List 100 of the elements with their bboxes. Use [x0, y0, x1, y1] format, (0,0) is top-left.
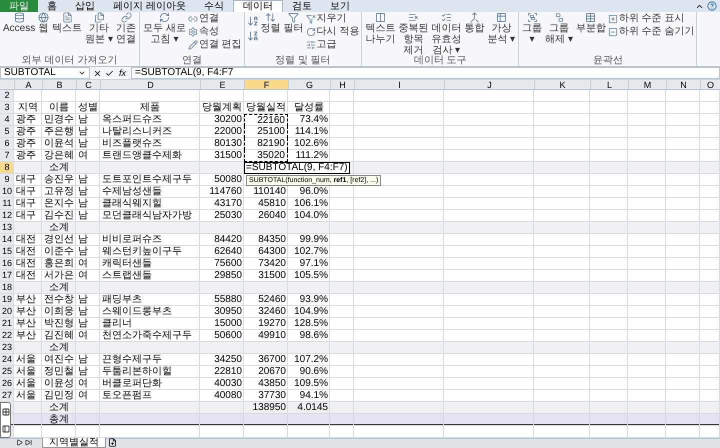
table-cell-text: 부산: [15, 294, 37, 306]
enter-icon[interactable]: [105, 68, 114, 78]
table-cell-text: 이윤성: [43, 378, 75, 390]
table-cell-text: 97.1%: [298, 258, 329, 270]
group-label: 데이터 도구: [412, 56, 468, 66]
table-cell-text: 스웨이드롱부츠: [101, 306, 173, 318]
column-header[interactable]: A: [14, 80, 42, 89]
group-label: 정렬 및 필터: [274, 56, 332, 66]
ribbon-small-button[interactable]: 연결: [188, 13, 242, 24]
ribbon-small-button[interactable]: 하위 수준 표시: [608, 13, 694, 24]
help-icon[interactable]: [707, 1, 717, 11]
table-cell-text: 114760: [208, 186, 243, 198]
table-icon: [496, 12, 507, 23]
ribbon-tab[interactable]: 데이터: [232, 0, 283, 12]
ribbon-button[interactable]: 그룹 해제 ▾: [544, 12, 574, 45]
ribbon-button[interactable]: Access: [2, 12, 36, 34]
cell-editor[interactable]: =SUBTOTAL(9, F4:F7): [244, 162, 350, 174]
ribbon-button[interactable]: 정렬: [260, 12, 282, 34]
header-cell-text: 이름: [48, 102, 70, 114]
ribbon-tab[interactable]: 수식: [194, 0, 233, 12]
insert-function-button[interactable]: fx: [117, 68, 128, 78]
column-header[interactable]: G: [288, 80, 330, 89]
link-icon: [120, 12, 132, 23]
table-cell-text: 남: [77, 126, 89, 138]
ribbon-button[interactable]: 중복된 항목 제거: [397, 12, 430, 56]
table-cell-text: 138950: [252, 402, 287, 414]
ribbon-button[interactable]: 기타 원본 ▾: [84, 12, 114, 45]
header-cell-text: 당월계획: [201, 102, 243, 114]
globe-icon: [38, 12, 50, 23]
column-header[interactable]: B: [42, 80, 76, 89]
table-cell-text: 모던클래식남자가방: [101, 210, 193, 222]
column-header[interactable]: I: [354, 80, 444, 89]
ribbon-button[interactable]: 모두 새로 고침 ▾: [142, 12, 187, 45]
column-header[interactable]: K: [534, 80, 590, 89]
table-cell-text: 광주: [15, 138, 37, 150]
column-header[interactable]: H: [330, 80, 354, 89]
ribbon-button[interactable]: 텍스트 나누기: [364, 12, 396, 45]
table-cell-text: 84420: [213, 234, 243, 246]
ribbon-small-button[interactable]: 지우기: [306, 13, 360, 24]
column-header[interactable]: D: [100, 80, 200, 89]
ribbon-button[interactable]: 기존 연결: [115, 12, 138, 45]
filter-icon: [288, 12, 300, 23]
ribbon-tab[interactable]: 파일: [0, 0, 38, 12]
table-cell-text: 62640: [213, 246, 243, 258]
cancel-icon[interactable]: [93, 68, 102, 78]
new-sheet-icon[interactable]: [108, 438, 117, 447]
ribbon-small-button[interactable]: 다시 적용: [306, 26, 360, 37]
column-header[interactable]: L: [590, 80, 628, 89]
column-header[interactable]: M: [628, 80, 666, 89]
table-cell-text: 40080: [213, 390, 243, 402]
table-cell-text: 64300: [257, 246, 287, 258]
table-cell-text: 20670: [257, 366, 287, 378]
ribbon-button[interactable]: 부분합: [574, 12, 607, 34]
table-cell-text: 104.9%: [293, 306, 329, 318]
table-cell-text: 31500: [257, 270, 287, 282]
ribbon-small-button[interactable]: 연결 편집: [188, 39, 242, 50]
ribbon-tab[interactable]: 보기: [320, 0, 359, 12]
ribbon-button[interactable]: 필터: [282, 12, 305, 34]
table-cell-text: 전수창: [43, 294, 75, 306]
table-cell-text: 73420: [257, 258, 287, 270]
table-cell-text: 비즈플랫슈즈: [101, 138, 163, 150]
sort-descending-icon[interactable]: [246, 30, 259, 42]
last-sheet-icon[interactable]: [25, 439, 32, 446]
name-box[interactable]: SUBTOTAL: [0, 67, 90, 79]
ribbon-button[interactable]: 데이터 유효성 검사 ▾: [430, 12, 462, 56]
table-cell-text: 128.5%: [293, 318, 329, 330]
column-header[interactable]: N: [666, 80, 700, 89]
table-cell-text: 40030: [213, 378, 243, 390]
column-header[interactable]: C: [76, 80, 100, 89]
table-cell-text: 대구: [15, 174, 37, 186]
sort-ascending-icon[interactable]: [246, 15, 259, 27]
column-header[interactable]: F: [244, 80, 288, 89]
ribbon-small-button[interactable]: 하위 수준 숨기기: [608, 26, 694, 37]
ribbon-tab[interactable]: 홈: [38, 0, 66, 12]
ribbon-tab[interactable]: 페이지 레이아웃: [104, 0, 195, 12]
ribbon-button[interactable]: 가상 분석 ▾: [486, 12, 516, 45]
ribbon-small-button[interactable]: 속성: [188, 26, 242, 37]
documents-icon: [94, 12, 105, 23]
ribbon-button[interactable]: 그룹 ▾: [521, 12, 544, 45]
ribbon-button[interactable]: 통합: [463, 12, 486, 34]
ribbon-tab[interactable]: 삽입: [66, 0, 104, 12]
ribbon-tab[interactable]: 검토: [282, 0, 321, 12]
table-cell-text: 부산: [15, 306, 37, 318]
dropdown-icon[interactable]: [78, 69, 86, 77]
ribbon-button[interactable]: 텍스트: [51, 12, 84, 34]
side-panel-tab[interactable]: [0, 402, 11, 438]
table-cell-text: 스트랩샌들: [101, 270, 153, 282]
sheet-tab[interactable]: 지역별실적: [42, 438, 106, 448]
link-icon: [188, 14, 198, 24]
table-cell-text: 소계: [48, 222, 70, 234]
table-cell-text: 여: [77, 258, 89, 270]
ribbon-button[interactable]: 웹: [37, 12, 50, 34]
group-label: 외부 데이터 가져오기: [20, 56, 118, 66]
column-header[interactable]: J: [444, 80, 534, 89]
formula-field[interactable]: =SUBTOTAL(9, F4:F7: [131, 67, 720, 79]
table-cell-text: 광주: [15, 126, 37, 138]
column-header[interactable]: O: [700, 80, 720, 89]
ribbon-small-button[interactable]: 고급: [306, 39, 360, 50]
next-sheet-icon[interactable]: [16, 439, 23, 446]
table-cell: 82190: [244, 138, 288, 150]
